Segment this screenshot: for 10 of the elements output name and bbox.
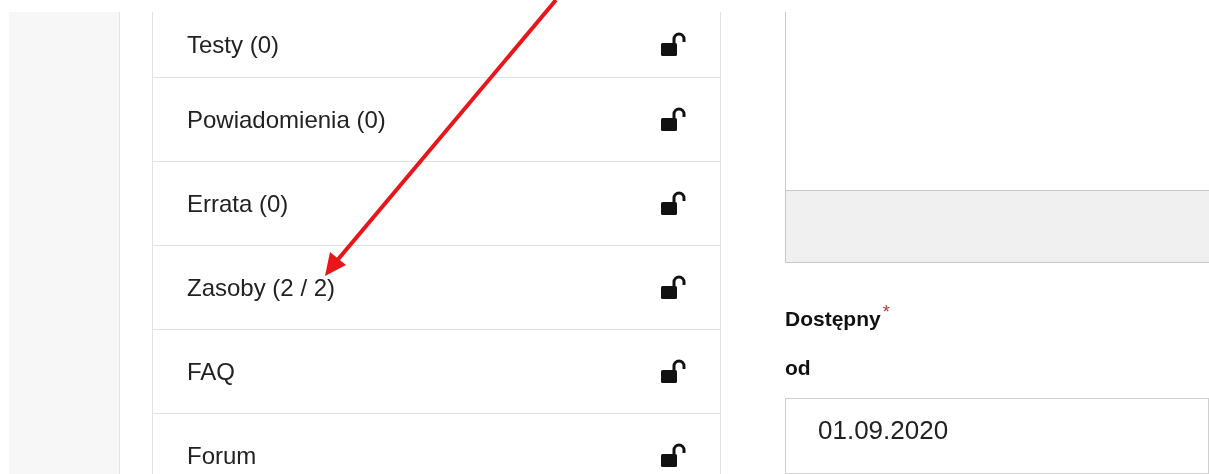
menu-item[interactable]: FAQ xyxy=(153,330,720,414)
menu-item[interactable]: Testy (0) xyxy=(153,12,720,78)
menu-item[interactable]: Powiadomienia (0) xyxy=(153,78,720,162)
required-asterisk: * xyxy=(882,302,890,321)
menu-item[interactable]: Errata (0) xyxy=(153,162,720,246)
field-sublabel: od xyxy=(785,355,812,381)
date-field[interactable]: 01.09.2020 xyxy=(785,397,1209,474)
text-editor[interactable] xyxy=(785,12,1209,263)
menu-item[interactable]: Forum xyxy=(153,414,720,474)
field-label: Dostępny xyxy=(785,305,881,332)
